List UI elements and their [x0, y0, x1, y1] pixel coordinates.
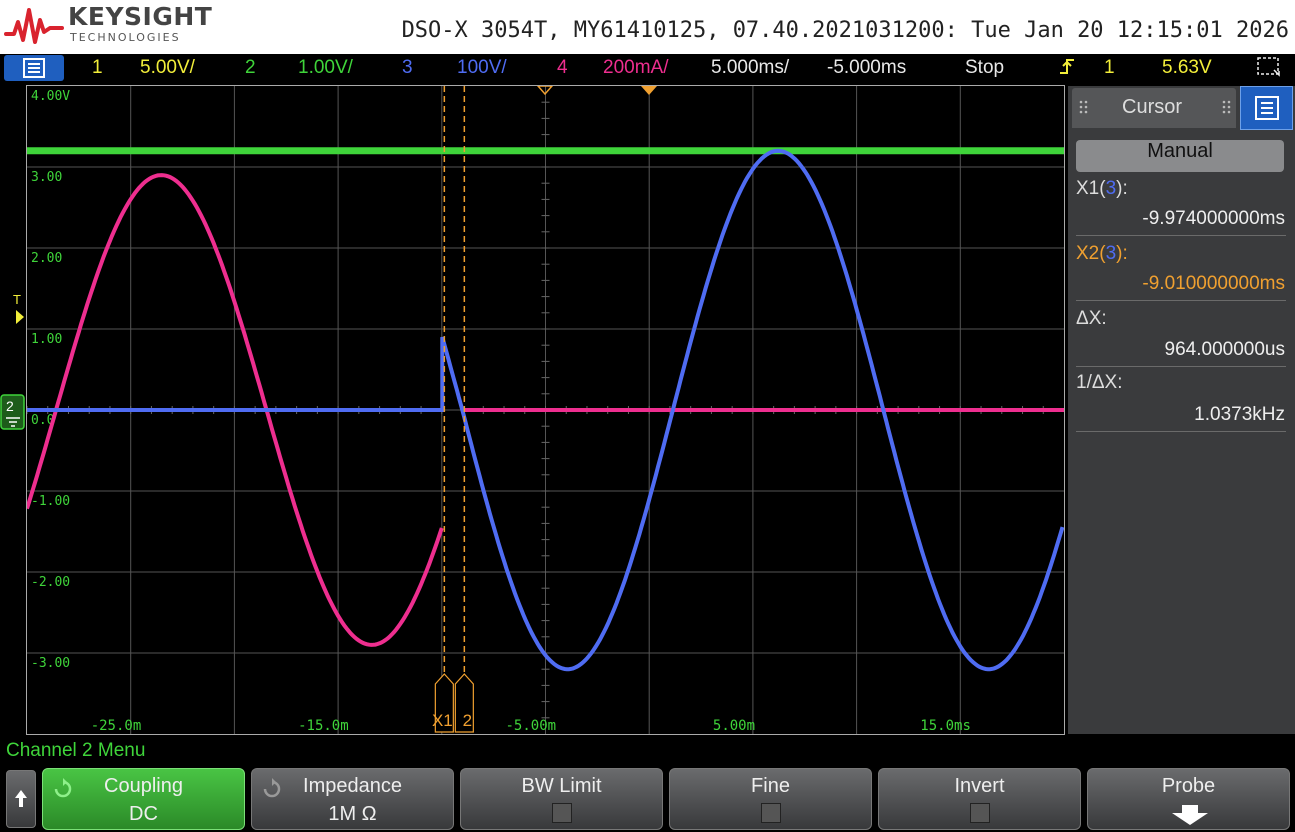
- main-menu-button[interactable]: [4, 55, 64, 81]
- cursor-x1-label: X1: [432, 711, 453, 730]
- impedance-label: Impedance: [303, 775, 402, 797]
- y-tick-label: 4.00V: [31, 89, 70, 104]
- menu-icon: [1255, 96, 1279, 120]
- arrow-up-icon: [15, 790, 27, 807]
- cursor-x2-marker[interactable]: 2: [454, 673, 474, 733]
- ch1-number[interactable]: 1: [92, 57, 103, 79]
- x-tick-label: 15.0ms: [920, 718, 971, 734]
- menu-title: Channel 2 Menu: [6, 740, 146, 761]
- probe-label: Probe: [1161, 775, 1216, 797]
- x-tick-label: -5.00m: [506, 718, 557, 734]
- ch3-scale[interactable]: 100V/: [457, 57, 507, 79]
- cursor-x1-marker[interactable]: X1: [432, 673, 454, 733]
- x-tick-label: -25.0m: [91, 718, 142, 734]
- y-tick-label: -3.00: [31, 656, 70, 671]
- y-tick-label: -2.00: [31, 575, 70, 590]
- cursor-x2-label: 2: [463, 711, 472, 730]
- run-state: Stop: [965, 57, 1005, 78]
- invert-softkey[interactable]: Invert: [878, 768, 1081, 830]
- ch1-scale[interactable]: 5.00V/: [140, 57, 195, 79]
- bw-limit-label: BW Limit: [521, 775, 602, 797]
- divider: [1076, 431, 1286, 432]
- ch2-number[interactable]: 2: [245, 57, 256, 79]
- back-button[interactable]: [6, 770, 36, 828]
- ch4-scale[interactable]: 200mA/: [603, 57, 668, 79]
- ch2-scale[interactable]: 1.00V/: [298, 57, 353, 79]
- coupling-softkey[interactable]: Coupling DC: [42, 768, 245, 830]
- keysight-logo-icon: [4, 8, 64, 44]
- trigger-marker-label: T: [13, 292, 21, 307]
- probe-softkey[interactable]: Probe: [1087, 768, 1290, 830]
- delta-x-label: ΔX:: [1076, 308, 1107, 329]
- x-tick-label: -15.0m: [298, 718, 349, 734]
- panel-menu-button[interactable]: [1240, 86, 1293, 130]
- x1-label: X1(3):: [1076, 178, 1128, 199]
- trigger-edge-icon: [1058, 57, 1076, 83]
- coupling-label: Coupling: [104, 775, 183, 797]
- fine-checkbox[interactable]: [760, 803, 781, 823]
- acquisition-icon[interactable]: [1256, 56, 1282, 78]
- cursor-tab-label: Cursor: [1122, 96, 1183, 118]
- status-bar: 1 5.00V/ 2 1.00V/ 3 100V/ 4 200mA/ 5.000…: [0, 54, 1295, 84]
- grip-icon: [1079, 100, 1088, 114]
- y-tick-label: -1.00: [31, 494, 70, 509]
- instrument-info: DSO-X 3054T, MY61410125, 07.40.202103120…: [401, 18, 1289, 43]
- bw-limit-checkbox[interactable]: [551, 803, 572, 823]
- ch4-number[interactable]: 4: [557, 57, 568, 79]
- inverse-delta-x-value: 1.0373kHz: [1194, 404, 1285, 425]
- waveform-display[interactable]: 4.00V3.002.001.000.0-1.00-2.00-3.00 -25.…: [27, 86, 1064, 734]
- menu-icon: [23, 58, 45, 78]
- ground-marker-label: 2: [6, 398, 14, 414]
- cursor-mode-button[interactable]: Manual: [1076, 140, 1284, 172]
- grip-icon: [1222, 100, 1231, 114]
- arrow-down-icon: [1172, 805, 1208, 825]
- y-tick-label: 1.00: [31, 332, 62, 347]
- impedance-softkey[interactable]: Impedance 1M Ω: [251, 768, 454, 830]
- bw-limit-softkey[interactable]: BW Limit: [460, 768, 663, 830]
- timebase-scale[interactable]: 5.000ms/: [711, 57, 789, 79]
- coupling-value: DC: [129, 803, 158, 825]
- ch3-number[interactable]: 3: [402, 57, 413, 79]
- y-tick-label: 2.00: [31, 251, 62, 266]
- x2-label: X2(3):: [1076, 243, 1128, 264]
- x-axis-labels: -25.0m -15.0m -5.00m 5.00m 15.0ms: [91, 718, 971, 734]
- impedance-value: 1M Ω: [328, 803, 377, 825]
- trigger-level[interactable]: 5.63V: [1162, 57, 1212, 79]
- x-tick-label: 5.00m: [713, 718, 755, 734]
- y-tick-label: 3.00: [31, 170, 62, 185]
- header-bar: KEYSIGHT TECHNOLOGIES DSO-X 3054T, MY614…: [0, 0, 1295, 54]
- fine-softkey[interactable]: Fine: [669, 768, 872, 830]
- divider: [1076, 235, 1286, 236]
- ch2-ground-marker[interactable]: 2: [0, 394, 26, 430]
- timebase-delay[interactable]: -5.000ms: [827, 57, 906, 79]
- x1-value[interactable]: -9.974000000ms: [1142, 208, 1285, 230]
- delta-x-value: 964.000000us: [1164, 339, 1285, 360]
- invert-checkbox[interactable]: [969, 803, 990, 823]
- delay-marker: [641, 86, 657, 95]
- brand-name: KEYSIGHT: [68, 2, 213, 31]
- inverse-delta-x-label: 1/ΔX:: [1076, 372, 1123, 393]
- divider: [1076, 300, 1286, 301]
- trigger-source[interactable]: 1: [1104, 57, 1115, 79]
- fine-label: Fine: [751, 775, 790, 797]
- divider: [1076, 366, 1286, 367]
- trigger-level-marker[interactable]: T: [10, 290, 26, 330]
- brand-subtitle: TECHNOLOGIES: [70, 31, 181, 44]
- x2-value[interactable]: -9.010000000ms: [1142, 273, 1285, 295]
- invert-label: Invert: [954, 775, 1005, 797]
